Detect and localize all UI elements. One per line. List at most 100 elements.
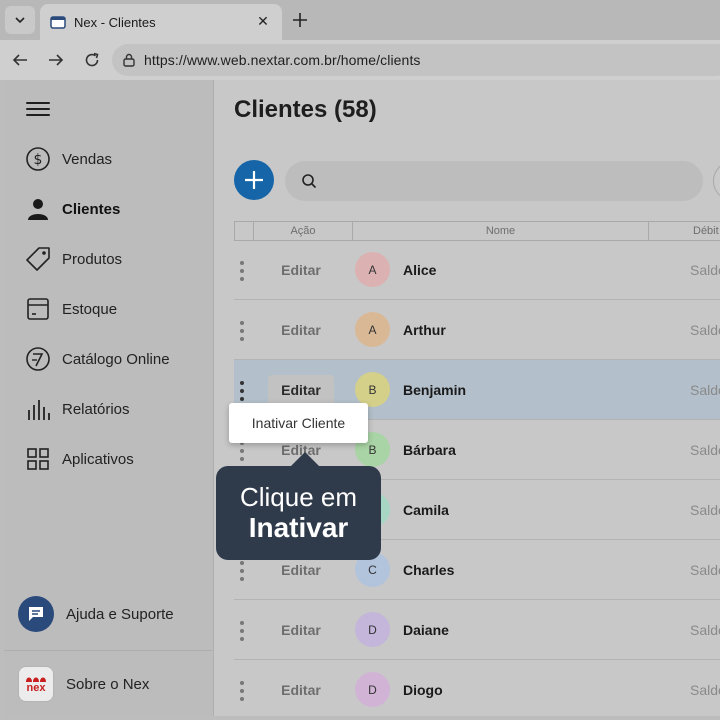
more-options-icon[interactable]	[238, 561, 246, 581]
back-button[interactable]	[8, 48, 32, 72]
person-icon	[24, 195, 52, 223]
debit-value: Saldo	[690, 502, 720, 518]
sidebar-item-estoque[interactable]: Estoque	[24, 294, 204, 324]
client-name: Benjamin	[403, 382, 467, 398]
debit-value: Saldo	[690, 622, 720, 638]
sidebar-item-catalogo[interactable]: Catálogo Online	[24, 344, 204, 374]
table-row[interactable]: Editar D Diogo Saldo	[234, 660, 720, 716]
sidebar-item-relatorios[interactable]: Relatórios	[24, 394, 204, 424]
edit-button[interactable]: Editar	[268, 615, 334, 645]
dollar-circle-icon: $	[24, 145, 52, 173]
sidebar-item-label: Produtos	[62, 250, 123, 268]
edit-button[interactable]: Editar	[268, 675, 334, 705]
avatar: A	[355, 312, 390, 347]
sidebar-item-clientes[interactable]: Clientes	[24, 194, 204, 224]
box-icon	[24, 295, 52, 323]
help-support-button[interactable]: Ajuda e Suporte	[18, 594, 174, 634]
avatar: B	[355, 372, 390, 407]
tooltip-line-2: Inativar	[248, 512, 349, 543]
browser-tab[interactable]: Nex - Clientes ✕	[40, 4, 282, 40]
grid-apps-icon	[24, 445, 52, 473]
tag-icon	[24, 245, 52, 273]
header-spacer	[235, 222, 254, 240]
more-options-icon[interactable]	[238, 621, 246, 641]
app-window: $ Vendas Clientes Produtos Estoque Catál…	[4, 80, 720, 716]
forward-button[interactable]	[44, 48, 68, 72]
table-row[interactable]: Editar D Daiane Saldo	[234, 600, 720, 660]
bar-chart-icon	[24, 395, 52, 423]
avatar: D	[355, 612, 390, 647]
lock-icon	[123, 53, 135, 67]
sidebar-item-label: Clientes	[62, 200, 121, 218]
client-name: Daiane	[403, 622, 449, 638]
main-content: Clientes (58) Ação Nome Débit Editar A A…	[215, 80, 720, 716]
client-name: Charles	[403, 562, 455, 578]
sidebar-item-produtos[interactable]: Produtos	[24, 244, 204, 274]
more-options-icon[interactable]	[238, 441, 246, 461]
debit-value: Saldo	[690, 562, 720, 578]
sidebar-item-vendas[interactable]: $ Vendas	[24, 144, 204, 174]
client-name: Arthur	[403, 322, 446, 338]
page-title: Clientes (58)	[234, 96, 377, 123]
tooltip-arrow	[290, 452, 320, 467]
edit-button[interactable]: Editar	[268, 255, 334, 285]
about-label: Sobre o Nex	[66, 675, 150, 693]
about-nex-button[interactable]: nex Sobre o Nex	[18, 664, 149, 704]
table-row[interactable]: Editar A Alice Saldo	[234, 240, 720, 300]
debit-value: Saldo	[690, 322, 720, 338]
sidebar-item-label: Vendas	[62, 150, 113, 168]
sidebar-item-label: Estoque	[62, 300, 118, 318]
chevron-down-icon	[15, 17, 25, 24]
avatar: D	[355, 672, 390, 707]
more-options-icon[interactable]	[238, 381, 246, 401]
sidebar-item-label: Catálogo Online	[62, 350, 170, 368]
add-client-button[interactable]	[234, 160, 274, 200]
arrow-right-icon	[49, 54, 64, 66]
plus-icon	[245, 171, 263, 189]
client-name: Alice	[403, 262, 437, 278]
nex-logo: nex	[18, 666, 54, 702]
reload-button[interactable]	[80, 48, 104, 72]
more-options-icon[interactable]	[238, 261, 246, 281]
close-tab-icon[interactable]: ✕	[254, 12, 272, 30]
catalog-icon	[24, 345, 52, 373]
tab-title: Nex - Clientes	[74, 14, 156, 30]
plus-icon	[293, 13, 307, 27]
sidebar-item-label: Relatórios	[62, 400, 130, 418]
column-header-debito: Débit	[693, 225, 719, 237]
search-input[interactable]	[327, 173, 687, 189]
table-header: Ação Nome Débit	[234, 221, 720, 241]
tooltip-line-1: Clique em	[239, 482, 358, 512]
debit-value: Saldo	[690, 442, 720, 458]
column-header-nome: Nome	[353, 222, 649, 240]
debit-value: Saldo	[690, 262, 720, 278]
sidebar: $ Vendas Clientes Produtos Estoque Catál…	[4, 80, 214, 716]
debit-value: Saldo	[690, 682, 720, 698]
nex-logo-text: nex	[26, 681, 46, 694]
sidebar-divider	[4, 650, 214, 651]
browser-tab-strip: Nex - Clientes ✕	[0, 0, 720, 40]
client-name: Camila	[403, 502, 449, 518]
debit-value: Saldo	[690, 382, 720, 398]
site-favicon-icon	[50, 16, 66, 29]
menu-icon[interactable]	[26, 102, 50, 118]
avatar: A	[355, 252, 390, 287]
table-row[interactable]: Editar A Arthur Saldo	[234, 300, 720, 360]
search-icon	[302, 174, 317, 189]
address-bar[interactable]: https://www.web.nextar.com.br/home/clien…	[112, 44, 720, 76]
svg-text:$: $	[34, 152, 43, 168]
edit-button[interactable]: Editar	[268, 375, 334, 405]
tab-search-button[interactable]	[5, 6, 35, 34]
search-bar[interactable]	[285, 161, 703, 201]
sidebar-item-aplicativos[interactable]: Aplicativos	[24, 444, 204, 474]
client-name: Bárbara	[403, 442, 456, 458]
more-options-icon[interactable]	[238, 321, 246, 341]
filter-button[interactable]	[713, 161, 720, 201]
browser-toolbar: https://www.web.nextar.com.br/home/clien…	[0, 40, 720, 80]
edit-button[interactable]: Editar	[268, 315, 334, 345]
inativar-cliente-menu-item[interactable]: Inativar Cliente	[229, 403, 368, 443]
url-text: https://www.web.nextar.com.br/home/clien…	[144, 52, 421, 68]
more-options-icon[interactable]	[238, 681, 246, 701]
column-header-acao: Ação	[254, 222, 353, 240]
new-tab-button[interactable]	[288, 8, 312, 32]
